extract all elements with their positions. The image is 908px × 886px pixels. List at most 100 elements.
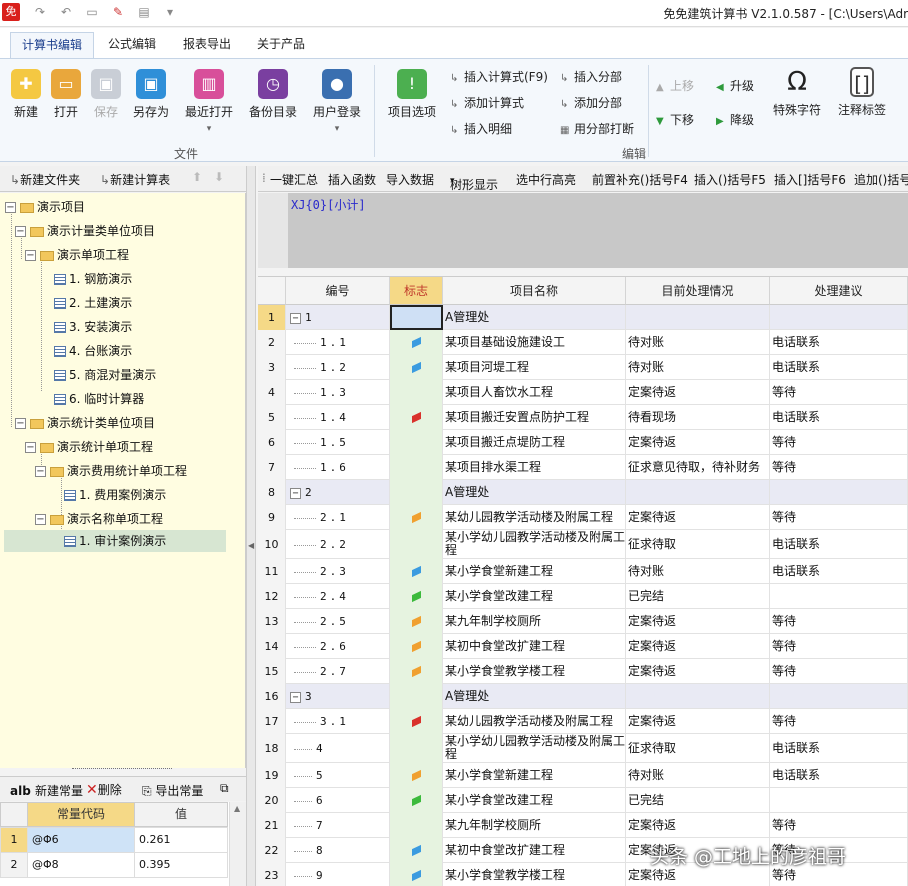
constant-code-cell[interactable]: @Φ8 bbox=[27, 852, 135, 878]
flag-cell[interactable] bbox=[390, 405, 443, 430]
status-cell[interactable]: 待对账 bbox=[626, 330, 770, 355]
code-cell[interactable]: 5 bbox=[286, 763, 390, 788]
new-calc-button[interactable]: ↳新建计算表 bbox=[100, 171, 170, 188]
code-cell[interactable]: 2.6 bbox=[286, 634, 390, 659]
new-folder-button[interactable]: ↳新建文件夹 bbox=[10, 171, 80, 188]
collapse-icon[interactable]: − bbox=[15, 418, 26, 429]
add-section-button[interactable]: ↳ 添加分部 bbox=[560, 94, 622, 111]
table-row[interactable]: 13 2.5 某九年制学校厕所 定案待返 等待 bbox=[258, 609, 908, 634]
advice-cell[interactable]: 等待 bbox=[770, 455, 908, 480]
code-cell[interactable]: 9 bbox=[286, 863, 390, 886]
flag-cell[interactable] bbox=[390, 380, 443, 405]
status-cell[interactable]: 定案待返 bbox=[626, 709, 770, 734]
table-row[interactable]: 10 2.2 某小学幼儿园教学活动楼及附属工程 征求待取 电话联系 bbox=[258, 530, 908, 559]
code-cell[interactable]: −2 bbox=[286, 480, 390, 505]
flag-cell[interactable] bbox=[390, 480, 443, 505]
code-cell[interactable]: 6 bbox=[286, 788, 390, 813]
export-constants-button[interactable]: ⎘ 导出常量 bbox=[142, 782, 203, 799]
advice-cell[interactable]: 等待 bbox=[770, 380, 908, 405]
collapse-icon[interactable]: − bbox=[290, 487, 301, 499]
flag-cell[interactable] bbox=[390, 505, 443, 530]
project-name-cell[interactable]: 某九年制学校厕所 bbox=[443, 609, 626, 634]
redo-icon[interactable]: ↷ bbox=[32, 4, 48, 20]
advice-cell[interactable]: 等待 bbox=[770, 505, 908, 530]
advice-cell[interactable]: 等待 bbox=[770, 813, 908, 838]
highlight-row-button[interactable]: 选中行高亮 bbox=[516, 171, 576, 188]
insert-formula-button[interactable]: ↳ 插入计算式(F9) bbox=[450, 68, 548, 85]
customize-quick-access-icon[interactable]: ▾ bbox=[162, 4, 178, 20]
table-row[interactable]: 11 2.3 某小学食堂新建工程 待对账 电话联系 bbox=[258, 559, 908, 584]
constant-value-cell[interactable]: 0.395 bbox=[134, 852, 228, 878]
undo-icon[interactable]: ↶ bbox=[58, 4, 74, 20]
project-name-cell[interactable]: 某小学幼儿园教学活动楼及附属工程 bbox=[443, 530, 626, 559]
table-row[interactable]: 5 1.4 某项目搬迁安置点防护工程 待看现场 电话联系 bbox=[258, 405, 908, 430]
tree-node[interactable]: − 演示统计类单位项目 bbox=[15, 414, 155, 432]
col-header-value[interactable]: 值 bbox=[134, 802, 228, 827]
project-name-cell[interactable]: 某项目排水渠工程 bbox=[443, 455, 626, 480]
status-cell[interactable]: 待对账 bbox=[626, 559, 770, 584]
flag-cell[interactable] bbox=[390, 709, 443, 734]
annotate-tag-button[interactable]: [] 注释标签 bbox=[832, 67, 892, 118]
status-cell[interactable]: 定案待返 bbox=[626, 813, 770, 838]
col-header-flag[interactable]: 标志 bbox=[390, 277, 443, 305]
advice-cell[interactable] bbox=[770, 584, 908, 609]
panel-splitter[interactable]: ◀ bbox=[246, 166, 256, 886]
collapse-icon[interactable]: − bbox=[290, 691, 301, 703]
project-name-cell[interactable]: 某项目搬迁安置点防护工程 bbox=[443, 405, 626, 430]
insert-paren-button[interactable]: 插入()括号F5 bbox=[694, 171, 766, 188]
flag-cell[interactable] bbox=[390, 813, 443, 838]
project-name-cell[interactable]: 某小学食堂改建工程 bbox=[443, 584, 626, 609]
add-formula-button[interactable]: ↳ 添加计算式 bbox=[450, 94, 524, 111]
tree-node[interactable]: − 演示名称单项工程 bbox=[35, 510, 163, 528]
project-name-cell[interactable]: 某小学食堂教学楼工程 bbox=[443, 659, 626, 684]
project-options-button[interactable]: ! 项目选项 bbox=[384, 69, 440, 120]
tree-node[interactable]: 1. 费用案例演示 bbox=[64, 486, 166, 504]
tree-node[interactable]: 5. 商混对量演示 bbox=[54, 366, 156, 384]
table-row[interactable]: 15 2.7 某小学食堂教学楼工程 定案待返 等待 bbox=[258, 659, 908, 684]
project-name-cell[interactable]: A管理处 bbox=[443, 480, 626, 505]
table-row[interactable]: 12 2.4 某小学食堂改建工程 已完结 bbox=[258, 584, 908, 609]
flag-cell[interactable] bbox=[390, 530, 443, 559]
status-cell[interactable]: 待对账 bbox=[626, 763, 770, 788]
table-row[interactable]: 7 1.6 某项目排水渠工程 征求意见待取，待补财务 等待 bbox=[258, 455, 908, 480]
window-icon[interactable]: ▤ bbox=[136, 4, 152, 20]
tree-node[interactable]: − 演示统计单项工程 bbox=[25, 438, 153, 456]
project-name-cell[interactable]: A管理处 bbox=[443, 684, 626, 709]
advice-cell[interactable]: 电话联系 bbox=[770, 355, 908, 380]
advice-cell[interactable]: 等待 bbox=[770, 634, 908, 659]
project-name-cell[interactable]: 某小学食堂新建工程 bbox=[443, 763, 626, 788]
project-name-cell[interactable]: 某小学食堂新建工程 bbox=[443, 559, 626, 584]
tree-node[interactable]: 6. 临时计算器 bbox=[54, 390, 144, 408]
app-icon[interactable]: 免 bbox=[2, 3, 20, 21]
table-row[interactable]: 18 4 某小学幼儿园教学活动楼及附属工程 征求待取 电话联系 bbox=[258, 734, 908, 763]
save-quick-icon[interactable]: ▭ bbox=[84, 4, 100, 20]
project-name-cell[interactable]: 某项目基础设施建设工 bbox=[443, 330, 626, 355]
tab-report-export[interactable]: 报表导出 bbox=[172, 32, 242, 58]
break-section-button[interactable]: ▦ 用分部打断 bbox=[560, 120, 634, 137]
tree-node[interactable]: − 演示计量类单位项目 bbox=[15, 222, 155, 240]
project-name-cell[interactable]: 某项目河堤工程 bbox=[443, 355, 626, 380]
code-cell[interactable]: 7 bbox=[286, 813, 390, 838]
move-down-icon[interactable]: ⬇ bbox=[214, 170, 224, 184]
flag-cell[interactable] bbox=[390, 609, 443, 634]
special-char-button[interactable]: Ω 特殊字符 bbox=[770, 67, 824, 118]
status-cell[interactable]: 征求意见待取，待补财务 bbox=[626, 455, 770, 480]
pin-icon[interactable]: ✎ bbox=[110, 4, 126, 20]
code-cell[interactable]: 4 bbox=[286, 734, 390, 763]
formula-area[interactable] bbox=[288, 193, 908, 268]
advice-cell[interactable]: 等待 bbox=[770, 430, 908, 455]
advice-cell[interactable] bbox=[770, 480, 908, 505]
collapse-icon[interactable]: − bbox=[35, 466, 46, 477]
flag-cell[interactable] bbox=[390, 838, 443, 863]
open-button[interactable]: ▭ 打开 bbox=[46, 69, 86, 120]
tree-node[interactable]: − 演示费用统计单项工程 bbox=[35, 462, 187, 480]
project-name-cell[interactable]: 某项目人畜饮水工程 bbox=[443, 380, 626, 405]
collapse-left-icon[interactable]: ◀ bbox=[248, 541, 254, 550]
import-data-button[interactable]: 导入数据 bbox=[386, 171, 434, 188]
table-group-row[interactable]: 16−3 A管理处 bbox=[258, 684, 908, 709]
advice-cell[interactable] bbox=[770, 788, 908, 813]
flag-cell[interactable] bbox=[390, 763, 443, 788]
formula-editor[interactable]: XJ{0}[小计] bbox=[258, 193, 908, 268]
status-cell[interactable]: 征求待取 bbox=[626, 734, 770, 763]
copy-icon[interactable]: ⧉ bbox=[220, 781, 229, 796]
